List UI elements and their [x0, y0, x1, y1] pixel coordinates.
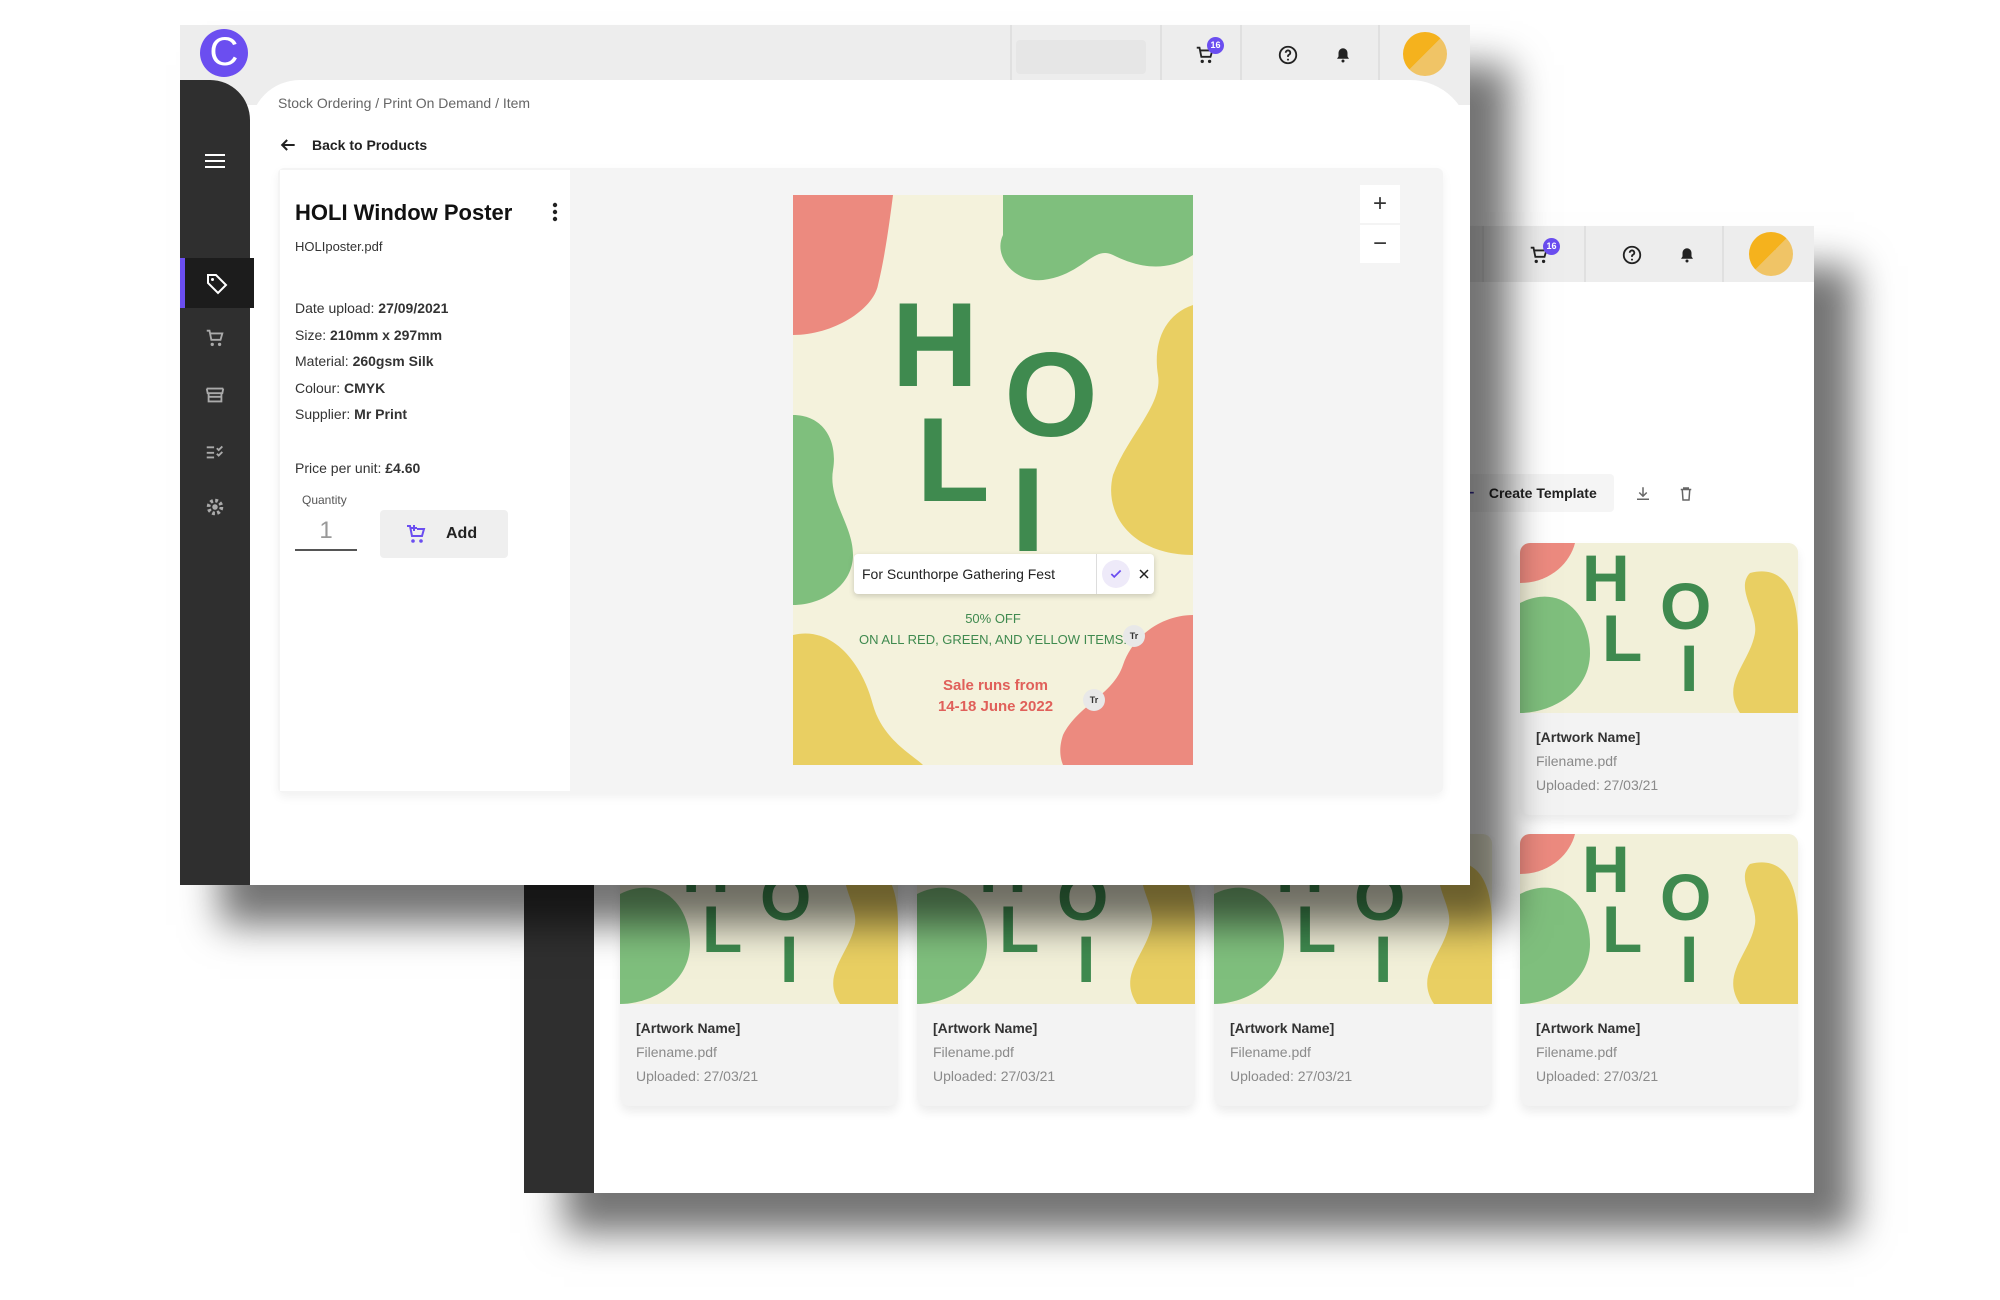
artwork-card[interactable]: [Artwork Name] Filename.pdf Uploaded: 27… [1520, 543, 1798, 815]
menu-button[interactable] [195, 141, 235, 181]
hamburger-icon [205, 154, 225, 168]
back-to-products-link[interactable]: Back to Products [278, 133, 427, 157]
artwork-uploaded: Uploaded: 27/03/21 [1536, 1068, 1659, 1084]
meta-colour: Colour: CMYK [295, 379, 386, 396]
cart-badge: 16 [1207, 37, 1224, 54]
bell-icon [1337, 48, 1349, 63]
poster-preview: H O L I 50% OFF ON ALL RED, GREEN, AND Y… [793, 195, 1193, 765]
artwork-name: [Artwork Name] [1536, 729, 1641, 745]
active-indicator [180, 258, 185, 308]
avatar[interactable] [1403, 32, 1447, 76]
close-icon [1139, 569, 1149, 579]
meta-date: Date upload: 27/09/2021 [295, 300, 449, 316]
artwork-name: [Artwork Name] [1230, 1020, 1335, 1036]
sidebar [180, 80, 250, 885]
store-icon [205, 387, 225, 403]
artwork-uploaded: Uploaded: 27/03/21 [933, 1068, 1056, 1084]
cart-icon [206, 329, 224, 347]
more-options-button[interactable] [545, 197, 565, 227]
poster-sale-line2: 14-18 June 2022 [937, 698, 1054, 715]
add-label: Add [446, 525, 478, 542]
meta-supplier: Supplier: Mr Print [295, 406, 408, 422]
text-tool-icon[interactable]: Tr [1083, 689, 1105, 711]
product-title: HOLI Window Poster [295, 200, 513, 225]
poster-edit-field[interactable]: For Scunthorpe Gathering Fest [854, 566, 1055, 582]
text-tool-icon[interactable]: Tr [1123, 625, 1145, 647]
cart-badge: 16 [1543, 238, 1560, 255]
back-sidebar [524, 866, 594, 1193]
artwork-filename: Filename.pdf [1230, 1044, 1311, 1060]
quantity-label: Quantity [302, 493, 347, 507]
search-field[interactable] [1016, 40, 1146, 74]
product-filename: HOLIposter.pdf [295, 239, 383, 254]
artwork-filename: Filename.pdf [933, 1044, 1014, 1060]
sidebar-item-cart[interactable] [195, 318, 235, 358]
artwork-filename: Filename.pdf [1536, 753, 1617, 769]
artwork-thumbnail [1520, 834, 1798, 1004]
artwork-uploaded: Uploaded: 27/03/21 [1230, 1068, 1353, 1084]
pill-divider [1096, 554, 1097, 594]
poster-sale-line1: Sale runs from [942, 677, 1049, 694]
poster-text-editor[interactable]: For Scunthorpe Gathering Fest [854, 554, 1154, 594]
artwork-name: [Artwork Name] [636, 1020, 741, 1036]
topbar-divider [1584, 226, 1586, 282]
more-vertical-icon [552, 202, 558, 222]
sidebar-item-checklist[interactable] [195, 431, 235, 471]
artwork-filename: Filename.pdf [1536, 1044, 1617, 1060]
cancel-edit-button[interactable] [1132, 562, 1156, 586]
poster-letter-h: H [891, 278, 979, 412]
trash-icon [1680, 487, 1692, 501]
help-button[interactable] [1614, 238, 1650, 272]
cart-button[interactable]: 16 [1519, 238, 1560, 272]
artwork-uploaded: Uploaded: 27/03/21 [636, 1068, 759, 1084]
artwork-thumbnail [1520, 543, 1798, 713]
help-icon [1278, 45, 1298, 65]
check-icon [1110, 569, 1122, 579]
create-template-label: Create Template [1488, 485, 1597, 501]
checklist-icon [206, 445, 223, 459]
help-button[interactable] [1270, 37, 1306, 73]
quantity-input[interactable]: 1 [295, 511, 357, 551]
artwork-card[interactable]: [Artwork Name] Filename.pdf Uploaded: 27… [1520, 834, 1798, 1106]
add-to-cart-button[interactable]: Add [380, 510, 508, 558]
back-label: Back to Products [312, 137, 428, 153]
price-per-unit: Price per unit: £4.60 [295, 460, 421, 476]
notifications-button[interactable] [1669, 238, 1705, 272]
topbar-divider [1722, 226, 1724, 282]
sidebar-item-settings[interactable] [195, 487, 235, 527]
sidebar-item-store[interactable] [195, 375, 235, 415]
artwork-filename: Filename.pdf [636, 1044, 717, 1060]
gear-icon [206, 498, 224, 516]
zoom-out-button[interactable]: − [1360, 225, 1400, 263]
artwork-name: [Artwork Name] [1536, 1020, 1641, 1036]
create-template-button[interactable]: + Create Template [1454, 474, 1614, 512]
front-window: C 16 Stock Ordering / Print On Demand / … [180, 25, 1470, 885]
cart-button[interactable]: 16 [1185, 35, 1225, 75]
meta-material: Material: 260gsm Silk [295, 353, 434, 369]
topbar-divider [1482, 226, 1484, 282]
meta-size: Size: 210mm x 297mm [295, 326, 443, 343]
notifications-button[interactable] [1325, 37, 1361, 73]
artwork-name: [Artwork Name] [933, 1020, 1038, 1036]
logo[interactable]: C [200, 29, 248, 77]
help-icon [1622, 245, 1642, 265]
product-meta: Date upload: 27/09/2021 Size: 210mm x 29… [295, 295, 448, 428]
tag-icon [207, 274, 228, 295]
arrow-left-icon [280, 139, 295, 151]
zoom-in-button[interactable]: + [1360, 185, 1400, 223]
poster-offer-line1: 50% OFF [965, 611, 1021, 626]
download-icon [1637, 487, 1649, 500]
bell-icon [1681, 248, 1693, 263]
artwork-uploaded: Uploaded: 27/03/21 [1536, 777, 1659, 793]
add-cart-icon [407, 525, 426, 543]
breadcrumb: Stock Ordering / Print On Demand / Item [278, 95, 531, 111]
delete-button[interactable] [1672, 480, 1700, 508]
poster-letter-i: I [1011, 443, 1045, 577]
confirm-edit-button[interactable] [1102, 560, 1130, 588]
avatar[interactable] [1749, 232, 1793, 276]
sidebar-item-products[interactable] [180, 258, 254, 308]
download-button[interactable] [1629, 480, 1657, 508]
